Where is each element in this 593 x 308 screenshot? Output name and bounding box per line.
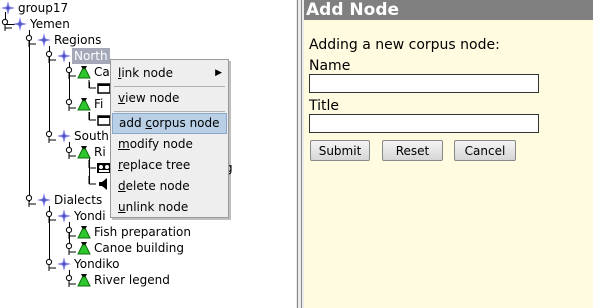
panel-title: Add Node: [304, 0, 593, 20]
tree-node-video[interactable]: [84, 160, 112, 176]
session-bag-icon: [76, 144, 92, 160]
corpus-star-icon: [36, 32, 52, 48]
name-field[interactable]: [309, 74, 539, 93]
tree-node-media[interactable]: [84, 112, 112, 128]
tree-node-yondi[interactable]: Yondi: [44, 208, 108, 224]
session-bag-icon: [76, 272, 92, 288]
tree-toggle-handle[interactable]: [44, 128, 56, 144]
menu-item-modify-node[interactable]: modify node: [112, 134, 227, 155]
title-field[interactable]: [309, 114, 539, 133]
tree-toggle-handle[interactable]: [64, 272, 76, 288]
session-bag-icon: [76, 224, 92, 240]
tree-toggle-handle[interactable]: [64, 144, 76, 160]
menu-item-replace-tree[interactable]: replace tree: [112, 155, 227, 176]
tree-toggle-handle[interactable]: [24, 192, 36, 208]
tree-node-regions[interactable]: Regions: [24, 32, 103, 48]
menu-item-delete-node[interactable]: delete node: [112, 176, 227, 197]
name-label: Name: [309, 58, 351, 74]
tree-node-dialects[interactable]: Dialects: [24, 192, 104, 208]
tree-toggle-handle: [84, 176, 96, 192]
tree-node-session[interactable]: Fish preparation: [64, 224, 193, 240]
menu-separator: [114, 86, 225, 87]
session-bag-icon: [76, 96, 92, 112]
tree-toggle-handle[interactable]: [64, 96, 76, 112]
tree-toggle-handle[interactable]: [0, 16, 12, 32]
corpus-star-icon: [12, 16, 28, 32]
tree-node-media[interactable]: [84, 80, 112, 96]
tree-node-session[interactable]: Ca: [64, 64, 112, 80]
menu-item-unlink-node[interactable]: unlink node: [112, 197, 227, 218]
corpus-star-icon: [0, 0, 16, 16]
tree-toggle-handle[interactable]: [64, 64, 76, 80]
corpus-star-icon: [36, 192, 52, 208]
tree-toggle-handle[interactable]: [44, 48, 56, 64]
split-pane-divider[interactable]: [296, 0, 304, 308]
tree-toggle-handle[interactable]: [44, 256, 56, 272]
menu-item-view-node[interactable]: view node: [112, 88, 227, 109]
tree-toggle-handle[interactable]: [44, 208, 56, 224]
tree-node-audio[interactable]: [84, 176, 112, 192]
menu-item-add-corpus-node[interactable]: add corpus node: [112, 113, 227, 134]
menu-mnemonic: d: [118, 179, 126, 193]
tree-node-yondiko[interactable]: Yondiko: [44, 256, 122, 272]
tree-node-north[interactable]: North: [44, 48, 110, 64]
menu-separator: [114, 111, 225, 112]
tree-node-session[interactable]: Fi: [64, 96, 105, 112]
corpus-star-icon: [56, 208, 72, 224]
session-bag-icon: [76, 64, 92, 80]
tree-toggle-handle[interactable]: [64, 224, 76, 240]
menu-item-link-node[interactable]: link node ▶: [112, 63, 227, 84]
tree-node-session[interactable]: Ri: [64, 144, 108, 160]
corpus-star-icon: [56, 48, 72, 64]
tree-node-yemen[interactable]: Yemen: [0, 16, 72, 32]
tree-node-group[interactable]: group17: [0, 0, 70, 16]
tree-toggle-handle: [84, 160, 96, 176]
menu-mnemonic: m: [118, 137, 130, 151]
selected-node-label: North: [72, 48, 110, 64]
tree-toggle-handle: [84, 112, 96, 128]
tree-toggle-handle[interactable]: [24, 32, 36, 48]
corpus-star-icon: [56, 128, 72, 144]
divider-line: [297, 0, 298, 308]
divider-line: [301, 0, 302, 308]
add-node-panel: Add Node Adding a new corpus node: Name …: [304, 0, 593, 308]
reset-button[interactable]: Reset: [382, 140, 443, 161]
corpus-star-icon: [56, 256, 72, 272]
tree-node-session[interactable]: River legend: [64, 272, 172, 288]
tree-toggle-handle: [84, 80, 96, 96]
tree-node-south[interactable]: South: [44, 128, 111, 144]
tree-toggle-handle[interactable]: [64, 240, 76, 256]
cancel-button[interactable]: Cancel: [454, 140, 516, 161]
submit-button[interactable]: Submit: [310, 140, 370, 161]
context-menu: link node ▶ view node add corpus node mo…: [110, 59, 229, 218]
submenu-arrow-icon: ▶: [215, 68, 222, 78]
title-label: Title: [309, 98, 340, 114]
menu-mnemonic: u: [118, 200, 126, 214]
tree-connector: [29, 30, 30, 202]
tree-node-session[interactable]: Canoe building: [64, 240, 186, 256]
panel-intro: Adding a new corpus node:: [309, 37, 500, 53]
session-bag-icon: [76, 240, 92, 256]
